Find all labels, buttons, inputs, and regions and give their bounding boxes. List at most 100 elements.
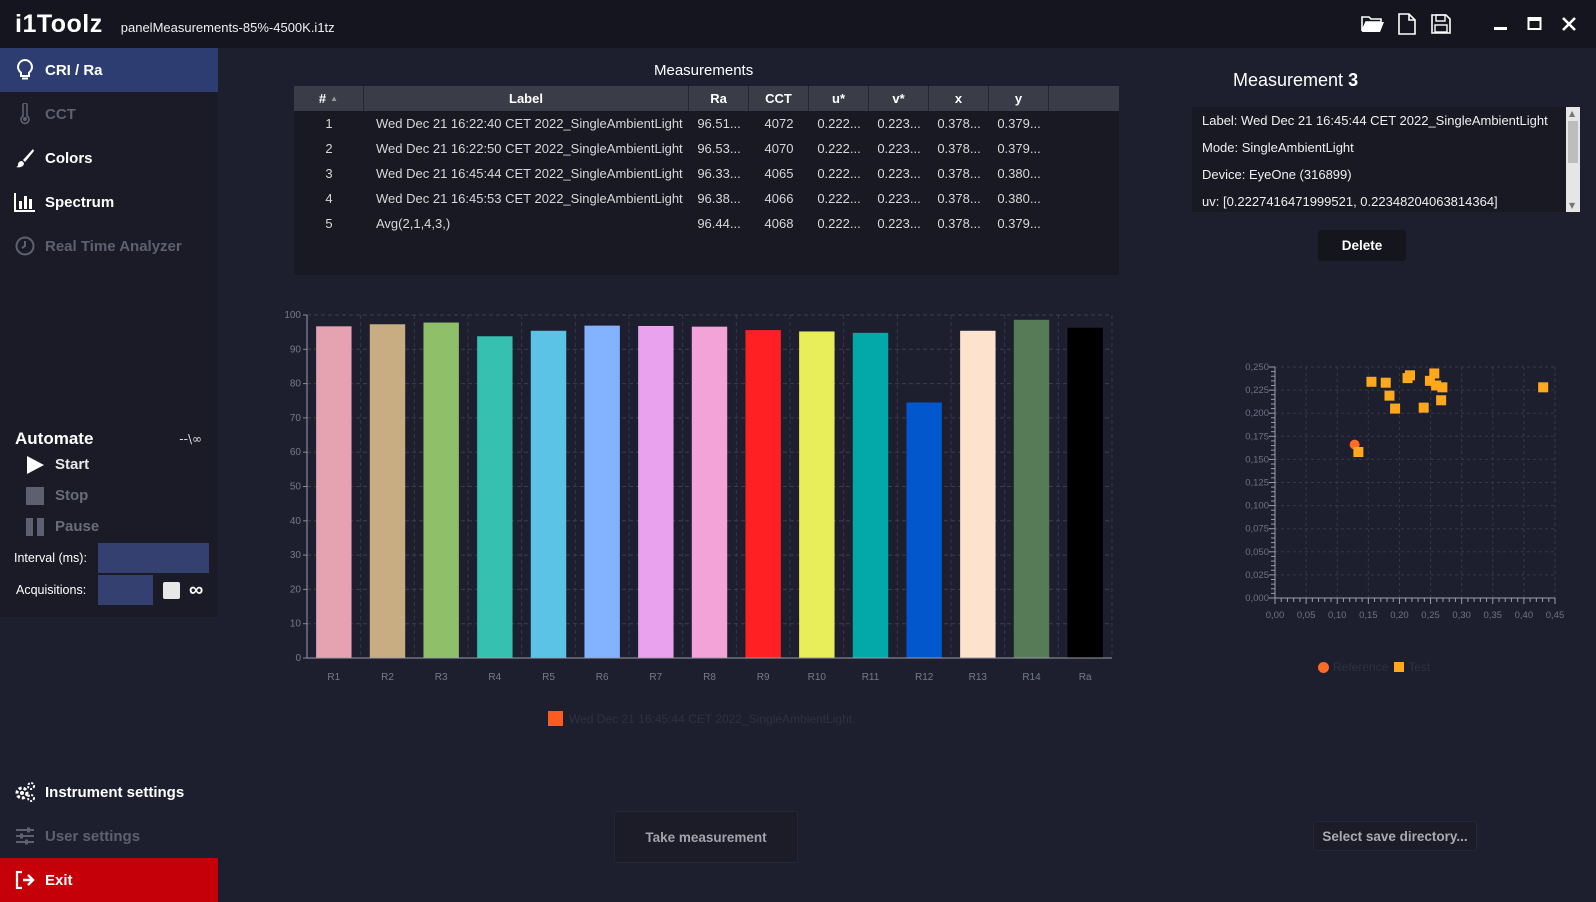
delete-button[interactable]: Delete: [1318, 230, 1406, 261]
sidebar-item-spectrum[interactable]: Spectrum: [0, 180, 218, 224]
select-save-directory-button[interactable]: Select save directory...: [1313, 821, 1477, 851]
sidebar-item-label: Instrument settings: [45, 783, 185, 801]
column-header-u[interactable]: u*: [809, 86, 869, 111]
thermometer-icon: [13, 102, 37, 126]
folder-open-icon[interactable]: [1356, 7, 1390, 41]
bar-r1[interactable]: [316, 326, 352, 658]
test-point[interactable]: [1384, 390, 1395, 401]
sidebar-item-real-time-analyzer[interactable]: Real Time Analyzer: [0, 224, 218, 268]
sliders-icon: [13, 824, 37, 848]
pause-icon: [25, 517, 45, 537]
x-tick-label: R7: [649, 672, 662, 683]
take-measurement-button[interactable]: Take measurement: [614, 811, 798, 863]
bar-r2[interactable]: [369, 324, 406, 658]
title-bar: i1Toolz panelMeasurements-85%-4500K.i1tz: [0, 0, 1596, 48]
table-cell: Wed Dec 21 16:45:44 CET 2022_SingleAmbie…: [376, 166, 683, 181]
test-point[interactable]: [1353, 447, 1364, 458]
test-point[interactable]: [1436, 395, 1447, 406]
scroll-up-icon[interactable]: ▲: [1569, 109, 1575, 118]
legend-label: Wed Dec 21 16:45:44 CET 2022_SingleAmbie…: [569, 711, 853, 726]
sidebar-item-label: Real Time Analyzer: [45, 237, 182, 255]
sidebar-item-instrument-settings[interactable]: Instrument settings: [0, 770, 218, 814]
exit-button[interactable]: Exit: [0, 858, 218, 902]
table-row[interactable]: 1 Wed Dec 21 16:22:40 CET 2022_SingleAmbi…: [294, 111, 1119, 136]
bar-r13[interactable]: [960, 330, 996, 658]
detail-scrollbar[interactable]: ▲ ▼: [1566, 107, 1580, 212]
table-cell: 0.378...: [937, 166, 981, 181]
column-header-v[interactable]: v*: [869, 86, 929, 111]
sidebar-item-user-settings[interactable]: User settings: [0, 814, 218, 858]
bar-r14[interactable]: [1013, 319, 1050, 658]
test-point[interactable]: [1429, 368, 1440, 379]
detail-line: uv: [0.2227416471999521, 0.2234820406381…: [1202, 194, 1498, 209]
new-file-icon[interactable]: [1390, 7, 1424, 41]
sidebar-item-cri-ra[interactable]: CRI / Ra: [0, 48, 218, 92]
column-header-x[interactable]: x: [929, 86, 989, 111]
column-header-cct[interactable]: CCT: [749, 86, 809, 111]
detail-line: Mode: SingleAmbientLight: [1202, 140, 1354, 155]
legend-swatch: [548, 711, 563, 726]
y-tick-label: 0,000: [1245, 593, 1269, 604]
y-tick-label: 50: [290, 482, 302, 493]
table-row[interactable]: 4 Wed Dec 21 16:45:53 CET 2022_SingleAmbi…: [294, 186, 1119, 211]
pause-button[interactable]: Pause: [0, 511, 218, 542]
bar-r8[interactable]: [691, 326, 728, 658]
cri-bar-chart: 0 10 20 30 40 50 60 70 80 90 100 R1 R2 R3 R4 R5 R6 R7 R8 R9…: [284, 310, 1113, 683]
test-point[interactable]: [1405, 370, 1416, 381]
x-tick-label: 0,35: [1484, 610, 1503, 621]
minimize-icon[interactable]: [1484, 7, 1518, 41]
bar-r12[interactable]: [906, 402, 942, 658]
table-cell: 96.44...: [697, 216, 741, 231]
table-body: 1 Wed Dec 21 16:22:40 CET 2022_SingleAmbi…: [294, 111, 1119, 236]
sidebar-item-cct[interactable]: CCT: [0, 92, 218, 136]
column-header-index[interactable]: # ▲: [294, 86, 364, 111]
table-cell: Wed Dec 21 16:22:50 CET 2022_SingleAmbie…: [376, 141, 683, 156]
maximize-icon[interactable]: [1518, 7, 1552, 41]
y-tick-label: 20: [290, 584, 302, 595]
column-header-ra[interactable]: Ra: [689, 86, 749, 111]
bar-r9[interactable]: [745, 330, 781, 658]
test-point[interactable]: [1538, 382, 1549, 393]
bar-r7[interactable]: [638, 325, 674, 658]
column-header-label-col[interactable]: Label: [364, 86, 689, 111]
bar-r6[interactable]: [584, 325, 620, 658]
y-tick-label: 90: [290, 344, 302, 355]
x-tick-label: R12: [915, 672, 934, 683]
table-cell: 4070: [764, 141, 794, 156]
detail-line: Label: Wed Dec 21 16:45:44 CET 2022_Sing…: [1202, 113, 1548, 128]
y-tick-label: 0,200: [1245, 408, 1269, 419]
interval-input[interactable]: [98, 543, 209, 573]
sidebar-item-colors[interactable]: Colors: [0, 136, 218, 180]
test-point[interactable]: [1418, 402, 1429, 413]
y-tick-label: 0,025: [1245, 570, 1269, 581]
scroll-thumb[interactable]: [1568, 121, 1578, 163]
y-tick-label: 0,250: [1245, 362, 1269, 373]
table-row[interactable]: 3 Wed Dec 21 16:45:44 CET 2022_SingleAmbi…: [294, 161, 1119, 186]
bar-r11[interactable]: [852, 332, 889, 658]
test-point[interactable]: [1390, 403, 1401, 414]
table-row[interactable]: 2 Wed Dec 21 16:22:50 CET 2022_SingleAmbi…: [294, 136, 1119, 161]
test-point[interactable]: [1437, 382, 1448, 393]
scroll-down-icon[interactable]: ▼: [1569, 201, 1575, 210]
close-icon[interactable]: [1552, 7, 1586, 41]
x-tick-label: R8: [703, 672, 716, 683]
table-cell: 0.222...: [817, 216, 861, 231]
infinite-checkbox[interactable]: [163, 581, 180, 599]
exit-icon: [13, 868, 37, 892]
acquisitions-input[interactable]: [98, 575, 153, 605]
column-header-y[interactable]: y: [989, 86, 1049, 111]
test-point[interactable]: [1380, 377, 1391, 388]
bar-r5[interactable]: [530, 330, 567, 658]
bar-r10[interactable]: [799, 331, 835, 658]
stop-button[interactable]: Stop: [0, 480, 218, 511]
bar-r4[interactable]: [477, 336, 513, 658]
table-cell: 3: [325, 166, 333, 181]
start-button[interactable]: Start: [0, 449, 218, 480]
save-icon[interactable]: [1424, 7, 1458, 41]
sidebar-item-label: Colors: [45, 149, 93, 167]
bar-ra[interactable]: [1067, 327, 1103, 658]
test-point[interactable]: [1366, 376, 1377, 387]
bar-r3[interactable]: [423, 322, 459, 658]
table-row[interactable]: 5 Avg(2,1,4,3,) 96.44... 4068 0.222... 0.223.…: [294, 211, 1119, 236]
lightbulb-icon: [13, 58, 37, 82]
